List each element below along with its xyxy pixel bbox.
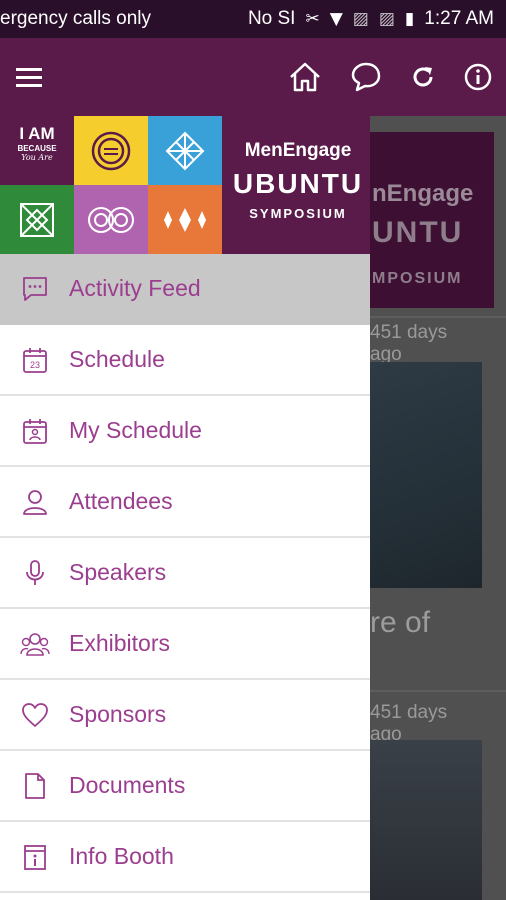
menu-item-label: My Schedule bbox=[69, 417, 202, 443]
menu-item-sponsors[interactable]: Sponsors bbox=[0, 680, 370, 751]
logo-tile-orange bbox=[148, 185, 222, 254]
menu-item-label: Sponsors bbox=[69, 701, 167, 727]
divider bbox=[370, 690, 506, 692]
feed-background: nEngage UNTU MPOSIUM 451 days ago re of … bbox=[370, 116, 506, 900]
battery-icon: ▮ bbox=[404, 9, 415, 29]
post-image[interactable] bbox=[370, 362, 482, 588]
post-image[interactable] bbox=[370, 740, 482, 900]
menu-item-label: Speakers bbox=[69, 559, 167, 585]
menu-item-activity-feed[interactable]: Activity Feed bbox=[0, 254, 370, 325]
logo-tile-blue bbox=[148, 116, 222, 185]
heart-icon bbox=[20, 700, 50, 730]
chat-bubble-icon[interactable] bbox=[350, 61, 382, 93]
post-title[interactable]: re of bbox=[370, 606, 430, 640]
event-banner: I AM BECAUSE You Are MenEngage UBUNTU SY… bbox=[0, 116, 370, 254]
my-calendar-icon bbox=[20, 416, 50, 446]
app-bar bbox=[0, 38, 506, 116]
home-icon[interactable] bbox=[288, 61, 322, 93]
menu-item-schedule[interactable]: 23 Schedule bbox=[0, 325, 370, 396]
person-icon bbox=[20, 487, 50, 517]
refresh-icon[interactable] bbox=[410, 64, 436, 90]
carrier-text: ergency calls only bbox=[0, 8, 152, 29]
feed-banner-card: nEngage UNTU MPOSIUM bbox=[370, 132, 494, 308]
menu-item-attendees[interactable]: Attendees bbox=[0, 467, 370, 538]
menu-item-info-booth[interactable]: Info Booth bbox=[0, 822, 370, 893]
menu-item-documents[interactable]: Documents bbox=[0, 751, 370, 822]
clock: 1:27 AM bbox=[424, 8, 494, 29]
sim-text: No SI bbox=[247, 8, 296, 29]
brand-name: MenEngage bbox=[244, 140, 352, 161]
menu-item-label: Activity Feed bbox=[69, 275, 201, 301]
logo-text-1: I AM bbox=[19, 124, 55, 143]
wifi-icon: ▼ bbox=[329, 9, 343, 29]
menu-item-my-schedule[interactable]: My Schedule bbox=[0, 396, 370, 467]
logo-text-2: BECAUSE bbox=[17, 144, 57, 153]
chat-icon bbox=[20, 274, 50, 304]
status-icons: No SI ✂ ▼ ▨ ▨ ▮ 1:27 AM bbox=[248, 8, 494, 30]
menu-item-label: Exhibitors bbox=[69, 630, 170, 656]
menu-item-exhibitors[interactable]: Exhibitors bbox=[0, 609, 370, 680]
logo-tile-text: I AM BECAUSE You Are bbox=[0, 116, 74, 185]
logo-tile-yellow bbox=[74, 116, 148, 185]
navigation-drawer: I AM BECAUSE You Are MenEngage UBUNTU SY… bbox=[0, 116, 370, 900]
logo-tile-purple bbox=[74, 185, 148, 254]
people-icon bbox=[20, 629, 50, 659]
logo-text-3: You Are bbox=[21, 153, 53, 162]
event-brand: MenEngage UBUNTU SYMPOSIUM bbox=[226, 116, 370, 254]
status-bar: ergency calls only No SI ✂ ▼ ▨ ▨ ▮ 1:27 … bbox=[0, 0, 506, 38]
menu-item-label: Schedule bbox=[69, 346, 165, 372]
post-timestamp: 451 days ago bbox=[370, 322, 448, 365]
drawer-menu: Activity Feed 23 Schedule My Schedule At… bbox=[0, 254, 370, 893]
menu-item-speakers[interactable]: Speakers bbox=[0, 538, 370, 609]
menu-item-label: Info Booth bbox=[69, 843, 174, 869]
menu-item-label: Documents bbox=[69, 772, 186, 798]
svg-text:23: 23 bbox=[30, 360, 40, 370]
brand-symposium: SYMPOSIUM bbox=[249, 206, 347, 221]
feed-banner-text-2: UNTU bbox=[372, 216, 464, 249]
app-bar-actions bbox=[288, 61, 492, 93]
calendar-icon: 23 bbox=[20, 345, 50, 375]
feed-banner-text-1: nEngage bbox=[372, 180, 474, 207]
brand-ubuntu: UBUNTU bbox=[232, 168, 364, 199]
divider bbox=[370, 316, 506, 318]
logo-tile-green bbox=[0, 185, 74, 254]
info-booth-icon bbox=[20, 842, 50, 872]
no-signal-icon-2: ▨ bbox=[378, 9, 395, 29]
menu-item-label: Attendees bbox=[69, 488, 173, 514]
no-sim-icon: ✂ bbox=[305, 9, 320, 29]
feed-banner-text-3: MPOSIUM bbox=[372, 270, 463, 287]
no-signal-icon: ▨ bbox=[352, 9, 369, 29]
menu-icon[interactable] bbox=[16, 66, 42, 88]
document-icon bbox=[20, 771, 50, 801]
info-icon[interactable] bbox=[464, 63, 492, 91]
microphone-icon bbox=[20, 558, 50, 588]
